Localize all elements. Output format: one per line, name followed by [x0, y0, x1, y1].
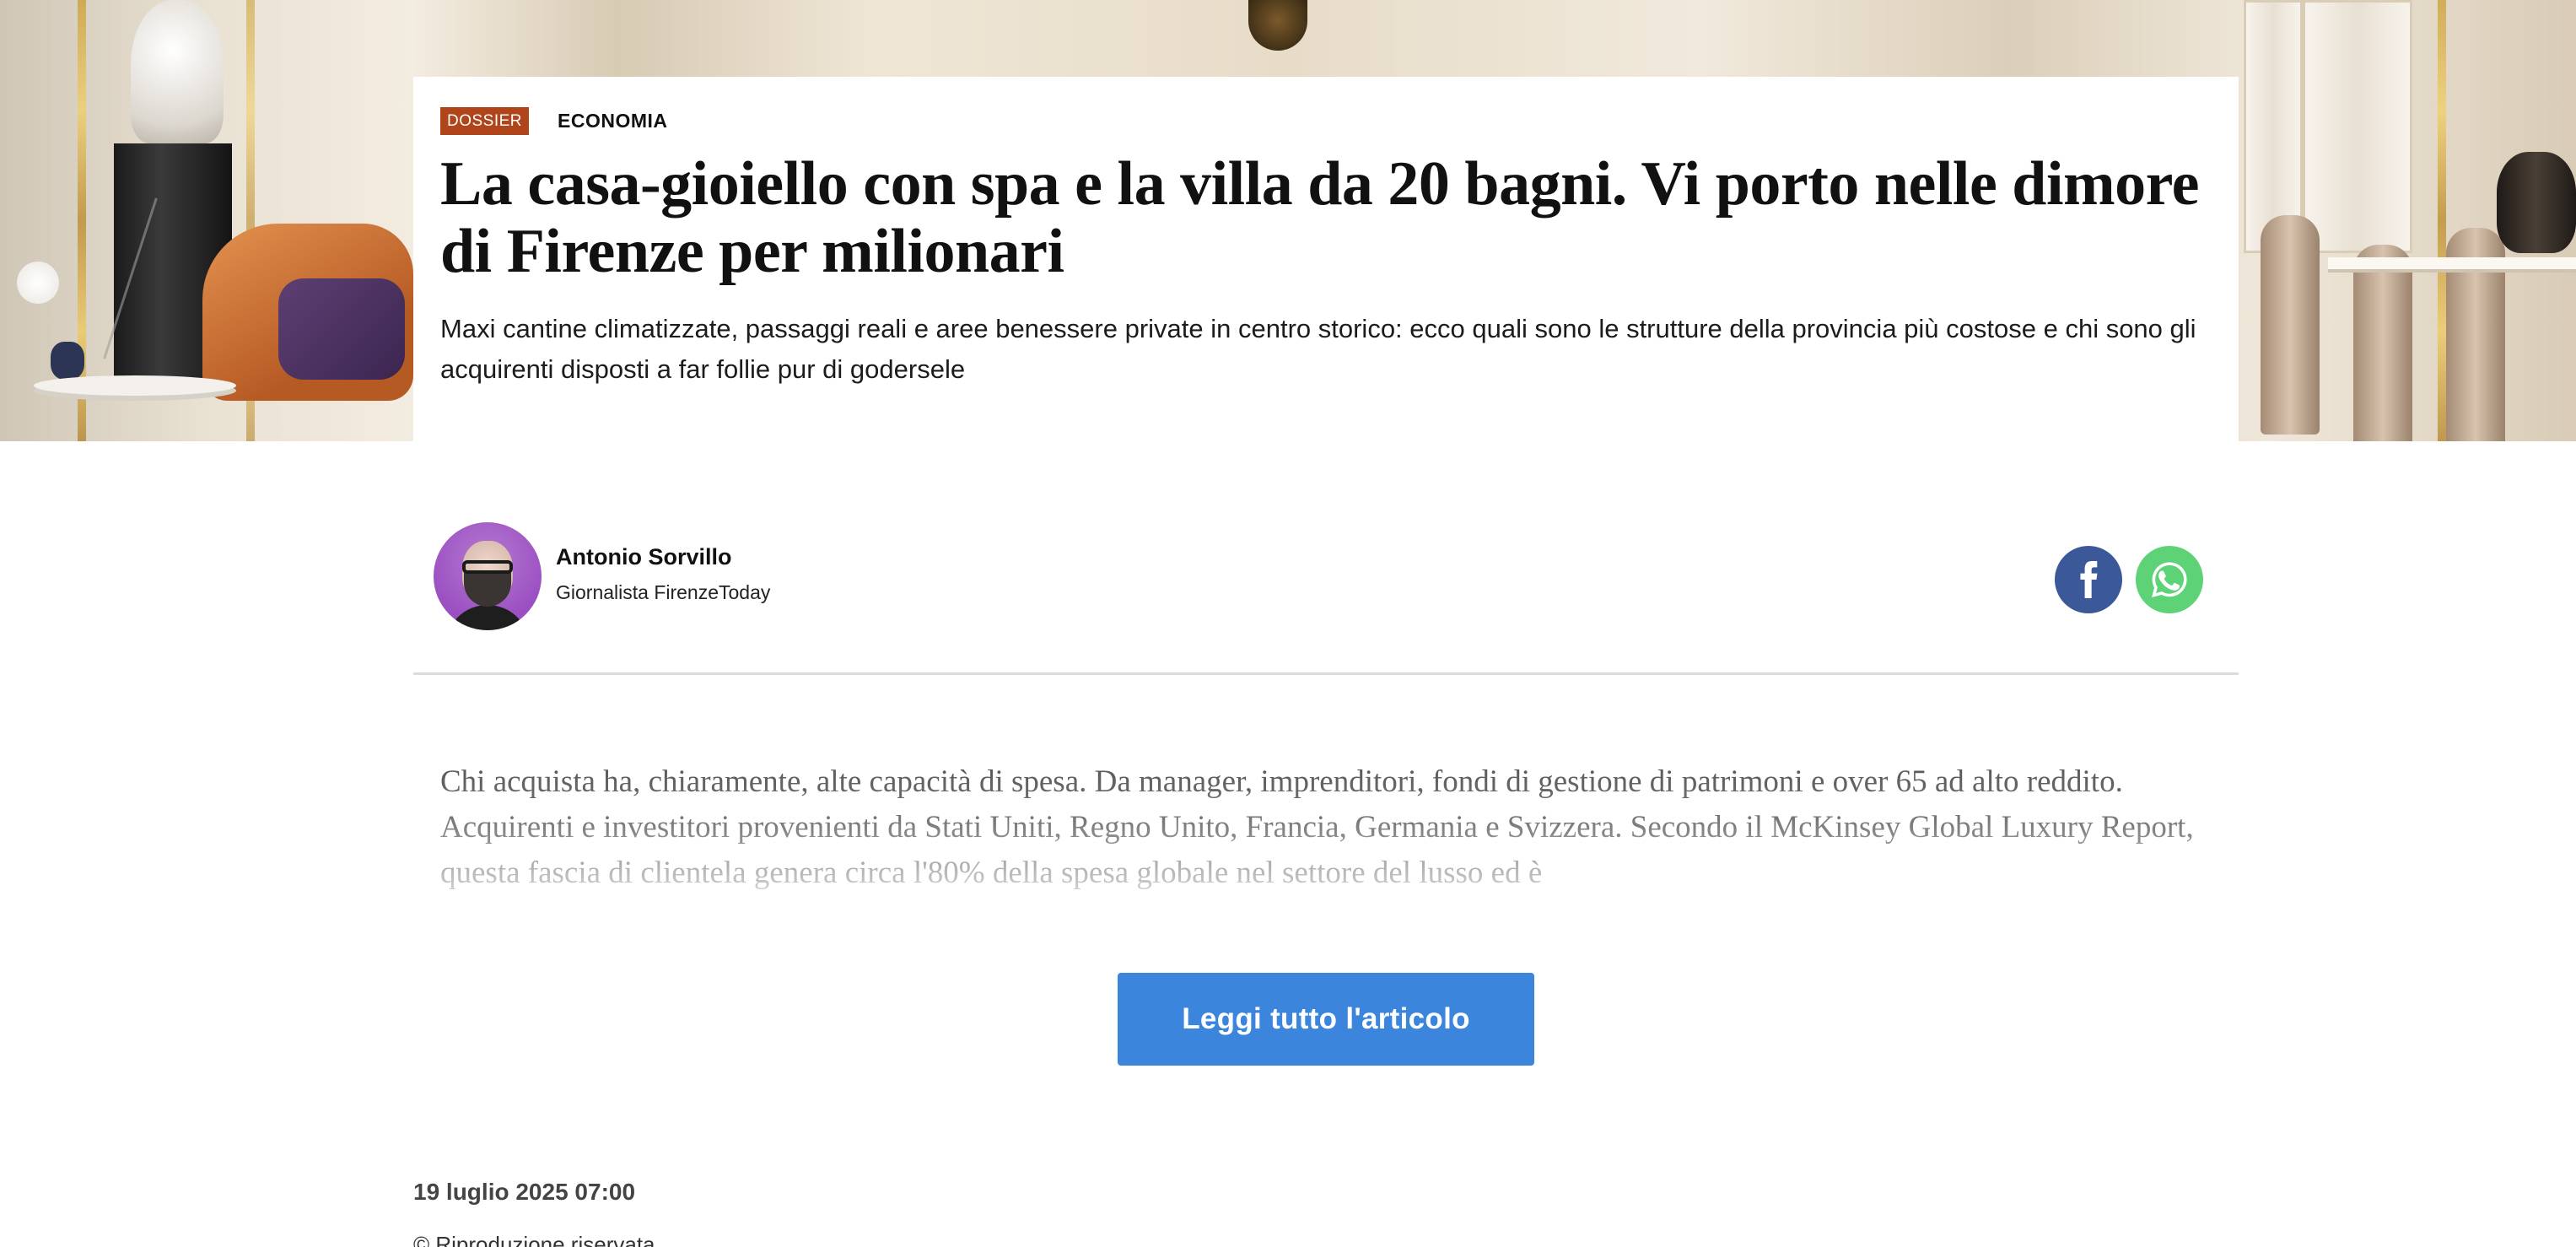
- category-link[interactable]: ECONOMIA: [558, 110, 668, 132]
- author-avatar[interactable]: [434, 522, 542, 630]
- article-excerpt: Chi acquista ha, chiaramente, alte capac…: [440, 764, 2194, 890]
- copyright-notice: © Riproduzione riservata: [413, 1232, 655, 1247]
- article-subtitle: Maxi cantine climatizzate, passaggi real…: [440, 314, 2196, 384]
- author-bar: Antonio Sorvillo Giornalista FirenzeToda…: [413, 506, 2239, 675]
- share-whatsapp-button[interactable]: [2136, 546, 2203, 613]
- author-role: Giornalista FirenzeToday: [556, 581, 771, 603]
- read-full-article-button[interactable]: Leggi tutto l'articolo: [1118, 973, 1534, 1066]
- article-title: La casa-gioiello con spa e la villa da 2…: [440, 149, 2200, 286]
- facebook-icon: [2073, 561, 2104, 598]
- whatsapp-icon: [2149, 559, 2190, 600]
- dossier-badge[interactable]: DOSSIER: [440, 106, 530, 135]
- marble-bust: [131, 0, 224, 143]
- article-tags: DOSSIER ECONOMIA: [440, 105, 2212, 137]
- share-facebook-button[interactable]: [2055, 546, 2122, 613]
- author-name[interactable]: Antonio Sorvillo: [556, 544, 732, 570]
- publication-date: 19 luglio 2025 07:00: [413, 1179, 636, 1205]
- article-header: DOSSIER ECONOMIA La casa-gioiello con sp…: [413, 77, 2239, 441]
